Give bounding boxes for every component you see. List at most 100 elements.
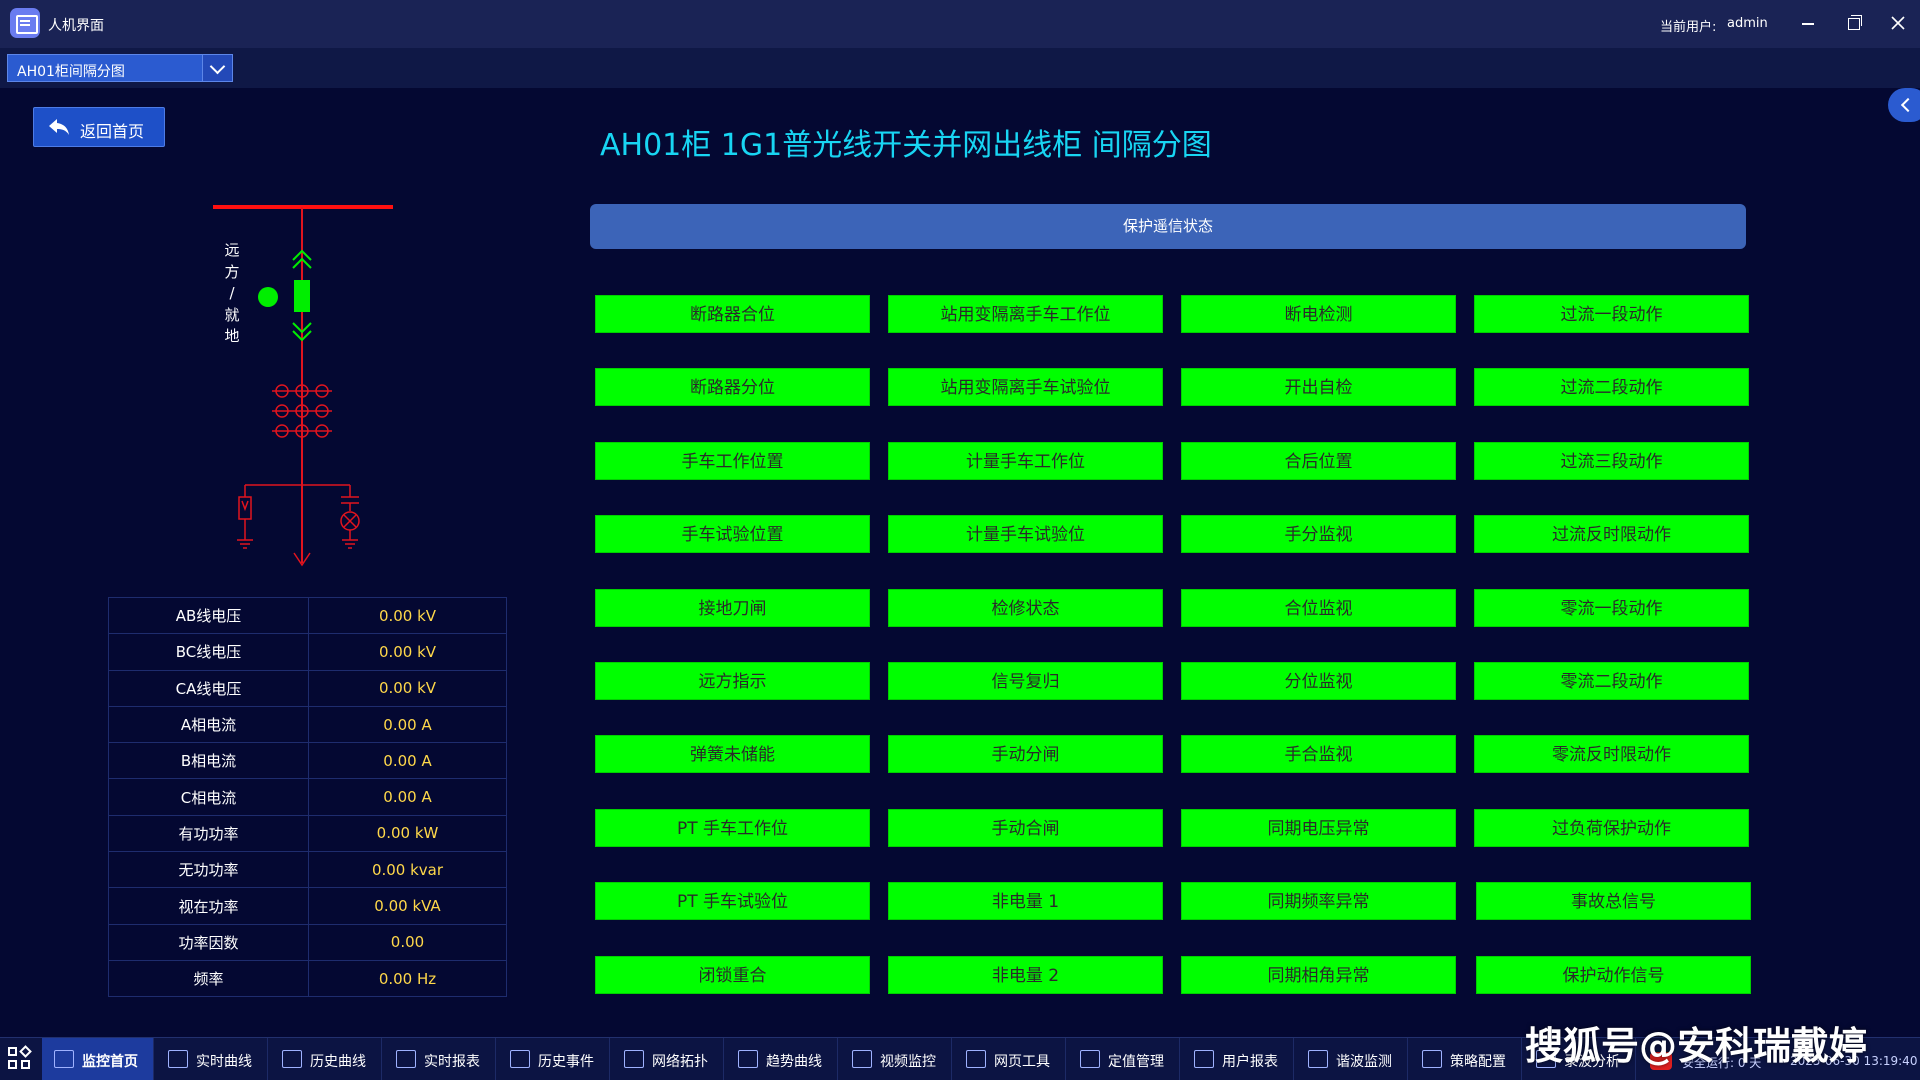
taskbar-item-wave[interactable]: 谐波监测 xyxy=(1296,1038,1408,1080)
measurement-label: 无功功率 xyxy=(108,851,309,889)
history-chart-icon xyxy=(282,1050,302,1068)
chevron-down-icon[interactable] xyxy=(202,55,232,81)
status-indicator: 手分监视 xyxy=(1181,515,1456,554)
status-indicator: PT 手车工作位 xyxy=(595,808,870,847)
taskbar-item-label: 历史曲线 xyxy=(310,1054,366,1070)
status-indicator: 同期电压异常 xyxy=(1181,808,1456,847)
close-icon xyxy=(1891,16,1905,30)
status-indicator: PT 手车试验位 xyxy=(595,882,870,921)
status-indicator: 事故总信号 xyxy=(1476,882,1751,921)
measurement-value: 0.00 xyxy=(308,923,507,961)
taskbar-item-user-report[interactable]: 用户报表 xyxy=(1182,1038,1294,1080)
taskbar-item-label: 定值管理 xyxy=(1108,1054,1164,1070)
title-bar: 人机界面 当前用户: admin xyxy=(0,0,1920,48)
line-chart-icon xyxy=(168,1050,188,1068)
taskbar-item-config[interactable]: 策略配置 xyxy=(1410,1038,1522,1080)
measurement-label: BC线电压 xyxy=(108,633,309,671)
watermark: 搜狐号@安科瑞戴婷 xyxy=(1525,1024,1868,1068)
measurement-row: CA线电压 0.00 kV xyxy=(108,669,507,707)
measurement-label: C相电流 xyxy=(108,778,309,816)
user-report-icon xyxy=(1194,1050,1214,1068)
view-select-value: AH01柜间隔分图 xyxy=(17,64,125,80)
minimize-button[interactable] xyxy=(1795,10,1821,36)
back-home-button[interactable]: 返回首页 xyxy=(33,107,165,147)
taskbar-item-video[interactable]: 视频监控 xyxy=(840,1038,952,1080)
status-indicator: 零流二段动作 xyxy=(1474,662,1749,700)
wave-icon xyxy=(1308,1050,1328,1068)
measurement-label: CA线电压 xyxy=(108,669,309,707)
measurement-label: 视在功率 xyxy=(108,887,309,925)
measurement-label: 有功功率 xyxy=(108,814,309,853)
measurement-row: 功率因数 0.00 xyxy=(108,923,507,961)
settings-icon xyxy=(1080,1050,1100,1068)
taskbar-item-edit[interactable]: 历史事件 xyxy=(498,1038,610,1080)
web-icon xyxy=(966,1050,986,1068)
taskbar-item-settings[interactable]: 定值管理 xyxy=(1068,1038,1180,1080)
measurement-label: B相电流 xyxy=(108,742,309,780)
trend-icon xyxy=(738,1050,758,1068)
report-icon xyxy=(396,1050,416,1068)
current-user-name: admin xyxy=(1727,16,1768,31)
measurement-label: 频率 xyxy=(108,959,309,998)
status-indicator: 手动分闸 xyxy=(888,735,1163,774)
status-indicator: 过流三段动作 xyxy=(1474,441,1749,480)
status-indicator: 断电检测 xyxy=(1181,295,1456,333)
page-title: AH01柜 1G1普光线开关并网出线柜 间隔分图 xyxy=(600,128,1212,163)
status-indicator: 合后位置 xyxy=(1181,441,1456,480)
taskbar-item-label: 监控首页 xyxy=(82,1054,138,1070)
status-indicator: 开出自检 xyxy=(1181,368,1456,407)
restore-button[interactable] xyxy=(1840,10,1866,36)
status-indicator: 站用变隔离手车试验位 xyxy=(888,368,1163,407)
config-icon xyxy=(1422,1050,1442,1068)
window-title: 人机界面 xyxy=(48,18,104,34)
status-indicator: 计量手车工作位 xyxy=(888,441,1163,480)
edit-icon xyxy=(510,1050,530,1068)
measurement-value: 0.00 kVA xyxy=(308,887,507,925)
status-indicator: 同期相角异常 xyxy=(1181,955,1456,994)
status-indicator: 闭锁重合 xyxy=(595,955,870,994)
view-select[interactable]: AH01柜间隔分图 xyxy=(7,54,233,82)
taskbar-item-report[interactable]: 实时报表 xyxy=(384,1038,496,1080)
taskbar-item-label: 网页工具 xyxy=(994,1054,1050,1070)
status-indicator: 零流反时限动作 xyxy=(1474,735,1749,774)
taskbar-item-history-chart[interactable]: 历史曲线 xyxy=(270,1038,382,1080)
network-icon xyxy=(624,1050,644,1068)
taskbar-item-network[interactable]: 网络拓扑 xyxy=(612,1038,724,1080)
status-indicator: 保护动作信号 xyxy=(1476,955,1751,994)
taskbar-item-web[interactable]: 网页工具 xyxy=(954,1038,1066,1080)
measurement-value: 0.00 A xyxy=(308,705,507,744)
measurement-table: AB线电压 0.00 kV BC线电压 0.00 kV CA线电压 0.00 kV A相电流… xyxy=(108,596,507,998)
status-indicator: 分位监视 xyxy=(1181,662,1456,700)
status-indicator: 计量手车试验位 xyxy=(888,515,1163,554)
taskbar-item-label: 视频监控 xyxy=(880,1054,936,1070)
measurement-row: 频率 0.00 Hz xyxy=(108,959,507,998)
status-indicator: 过流一段动作 xyxy=(1474,295,1749,333)
taskbar-item-line-chart[interactable]: 实时曲线 xyxy=(156,1038,268,1080)
side-panel-toggle-button[interactable] xyxy=(1888,88,1920,122)
status-indicator: 断路器合位 xyxy=(595,295,870,333)
measurement-row: 无功功率 0.00 kvar xyxy=(108,851,507,889)
close-button[interactable] xyxy=(1885,10,1911,36)
view-toolbar: AH01柜间隔分图 xyxy=(0,48,1920,88)
status-indicator: 手车试验位置 xyxy=(595,515,870,554)
measurement-label: AB线电压 xyxy=(108,596,309,635)
status-indicator: 断路器分位 xyxy=(595,368,870,407)
taskbar-item-label: 趋势曲线 xyxy=(766,1054,822,1070)
status-indicator: 站用变隔离手车工作位 xyxy=(888,295,1163,333)
measurement-row: C相电流 0.00 A xyxy=(108,778,507,816)
measurement-value: 0.00 kvar xyxy=(308,851,507,889)
apps-grid-icon[interactable] xyxy=(8,1045,32,1071)
current-user-label: 当前用户: xyxy=(1660,20,1717,35)
measurement-row: 视在功率 0.00 kVA xyxy=(108,887,507,925)
measurement-label: 功率因数 xyxy=(108,923,309,961)
status-indicator: 弹簧未储能 xyxy=(595,735,870,774)
back-arrow-icon xyxy=(49,119,69,135)
status-indicator: 合位监视 xyxy=(1181,588,1456,627)
status-indicator: 过负荷保护动作 xyxy=(1474,808,1749,847)
taskbar-item-label: 实时曲线 xyxy=(196,1054,252,1070)
taskbar-item-label: 策略配置 xyxy=(1450,1054,1506,1070)
taskbar-item-home[interactable]: 监控首页 xyxy=(42,1038,154,1080)
status-indicator: 远方指示 xyxy=(595,662,870,700)
taskbar-item-label: 谐波监测 xyxy=(1336,1054,1392,1070)
taskbar-item-trend[interactable]: 趋势曲线 xyxy=(726,1038,838,1080)
